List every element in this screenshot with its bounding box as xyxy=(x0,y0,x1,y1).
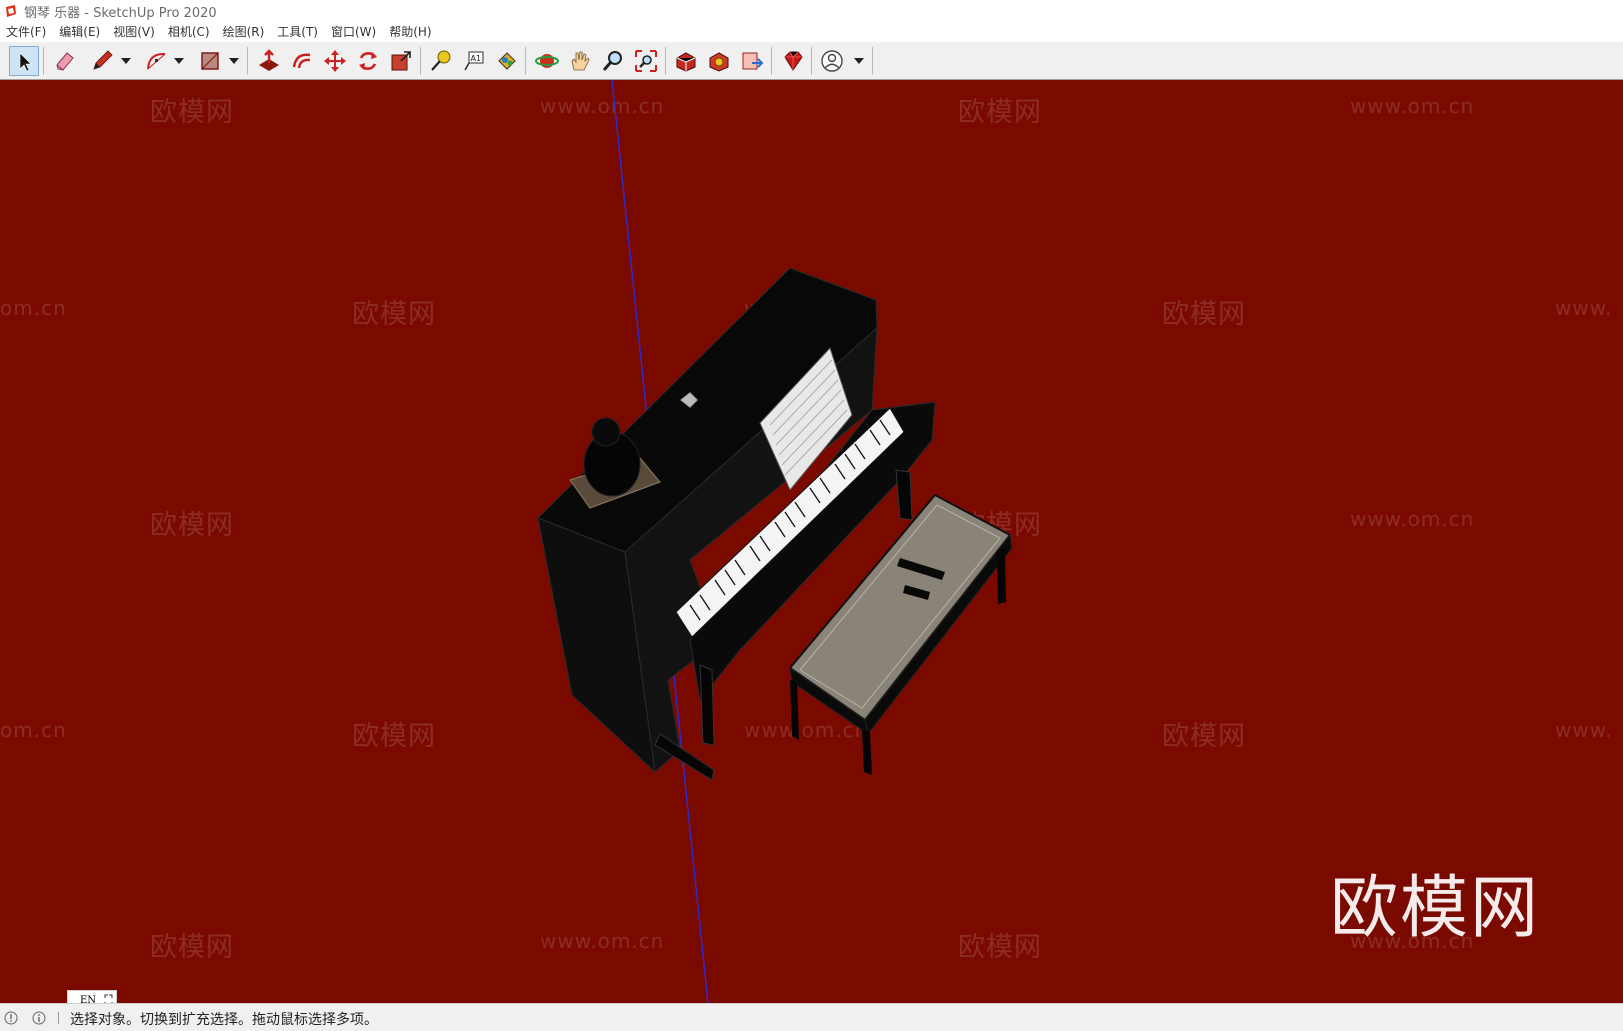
scale-tool-button[interactable] xyxy=(386,46,416,76)
rotate-tool-button[interactable] xyxy=(353,46,383,76)
user-account-button[interactable] xyxy=(817,46,847,76)
send-to-layout-button[interactable] xyxy=(737,46,767,76)
menu-draw[interactable]: 绘图(R) xyxy=(217,22,272,42)
toolbar-separator xyxy=(771,47,772,75)
offset-icon xyxy=(292,53,311,69)
shape-tool-button[interactable] xyxy=(195,46,225,76)
toolbar-separator xyxy=(872,47,873,75)
arc-icon xyxy=(147,52,166,70)
geo-location-icon[interactable] xyxy=(4,1011,18,1025)
rectangle-icon xyxy=(201,52,219,70)
toolbar-separator xyxy=(43,47,44,75)
zoom-tool-button[interactable] xyxy=(598,46,628,76)
large-tool-set-toolbar: A1 xyxy=(0,42,1623,80)
line-dropdown-chevron-down-icon[interactable] xyxy=(120,56,132,66)
menu-camera[interactable]: 相机(C) xyxy=(162,22,217,42)
move-tool-button[interactable] xyxy=(320,46,350,76)
offset-tool-button[interactable] xyxy=(287,46,317,76)
zoom-extents-tool-button[interactable] xyxy=(631,46,661,76)
toolbar-separator xyxy=(420,47,421,75)
paint-bucket-tool-button[interactable] xyxy=(492,46,522,76)
menu-file[interactable]: 文件(F) xyxy=(0,22,53,42)
orbit-tool-button[interactable] xyxy=(532,46,562,76)
svg-text:A1: A1 xyxy=(471,54,482,63)
menu-tools[interactable]: 工具(T) xyxy=(271,22,325,42)
zoom-icon xyxy=(602,51,622,71)
toolbar-separator xyxy=(811,47,812,75)
tape-measure-icon xyxy=(431,50,451,71)
move-icon xyxy=(324,50,346,72)
pan-tool-button[interactable] xyxy=(565,46,595,76)
line-tool-button[interactable] xyxy=(87,46,117,76)
3d-warehouse-icon xyxy=(676,52,696,72)
account-dropdown-chevron-down-icon[interactable] xyxy=(853,56,865,66)
rotate-icon xyxy=(359,52,377,70)
select-arrow-icon xyxy=(19,52,32,72)
pencil-icon xyxy=(93,50,113,70)
3d-warehouse-button[interactable] xyxy=(671,46,701,76)
tape-measure-tool-button[interactable] xyxy=(426,46,456,76)
orbit-icon xyxy=(535,54,559,68)
model-viewport[interactable]: 欧模网 www.om.cn 欧模网 www.om.cn om.cn 欧模网 ww… xyxy=(0,80,1623,1003)
toolbar-separator xyxy=(665,47,666,75)
eraser-tool-button[interactable] xyxy=(50,46,80,76)
extension-warehouse-icon xyxy=(709,52,729,72)
arc-dropdown-chevron-down-icon[interactable] xyxy=(173,56,185,66)
menu-window[interactable]: 窗口(W) xyxy=(325,22,383,42)
info-icon[interactable] xyxy=(32,1011,46,1025)
text-tool-button[interactable]: A1 xyxy=(459,46,489,76)
shape-dropdown-chevron-down-icon[interactable] xyxy=(228,56,240,66)
menu-view[interactable]: 视图(V) xyxy=(107,22,162,42)
pan-hand-icon xyxy=(571,51,590,71)
extension-manager-button[interactable] xyxy=(778,46,808,76)
status-separator xyxy=(58,1012,59,1024)
menu-bar: 文件(F) 编辑(E) 视图(V) 相机(C) 绘图(R) 工具(T) 窗口(W… xyxy=(0,22,1623,42)
push-pull-tool-button[interactable] xyxy=(254,46,284,76)
user-account-icon xyxy=(821,50,843,72)
eraser-icon xyxy=(56,52,74,71)
menu-edit[interactable]: 编辑(E) xyxy=(53,22,107,42)
text-icon: A1 xyxy=(464,51,484,71)
zoom-extents-icon xyxy=(635,50,657,72)
arc-tool-button[interactable] xyxy=(142,46,172,76)
watermark-corner-logo: 欧模网 xyxy=(1330,869,1541,948)
title-bar: 钢琴 乐器 - SketchUp Pro 2020 xyxy=(0,0,1623,22)
select-tool-button[interactable] xyxy=(9,46,39,76)
window-title: 钢琴 乐器 - SketchUp Pro 2020 xyxy=(24,5,217,21)
ruby-icon xyxy=(784,51,803,71)
extension-warehouse-button[interactable] xyxy=(704,46,734,76)
paint-bucket-icon xyxy=(498,52,516,70)
send-to-layout-icon xyxy=(742,52,764,70)
status-message: 选择对象。切换到扩充选择。拖动鼠标选择多项。 xyxy=(70,1012,378,1028)
toolbar-separator xyxy=(247,47,248,75)
push-pull-icon xyxy=(259,49,279,71)
status-bar: 选择对象。切换到扩充选择。拖动鼠标选择多项。 xyxy=(0,1003,1623,1031)
scale-icon xyxy=(391,51,411,71)
menu-help[interactable]: 帮助(H) xyxy=(383,22,438,42)
toolbar-separator xyxy=(525,47,526,75)
sketchup-logo-icon xyxy=(6,5,16,17)
